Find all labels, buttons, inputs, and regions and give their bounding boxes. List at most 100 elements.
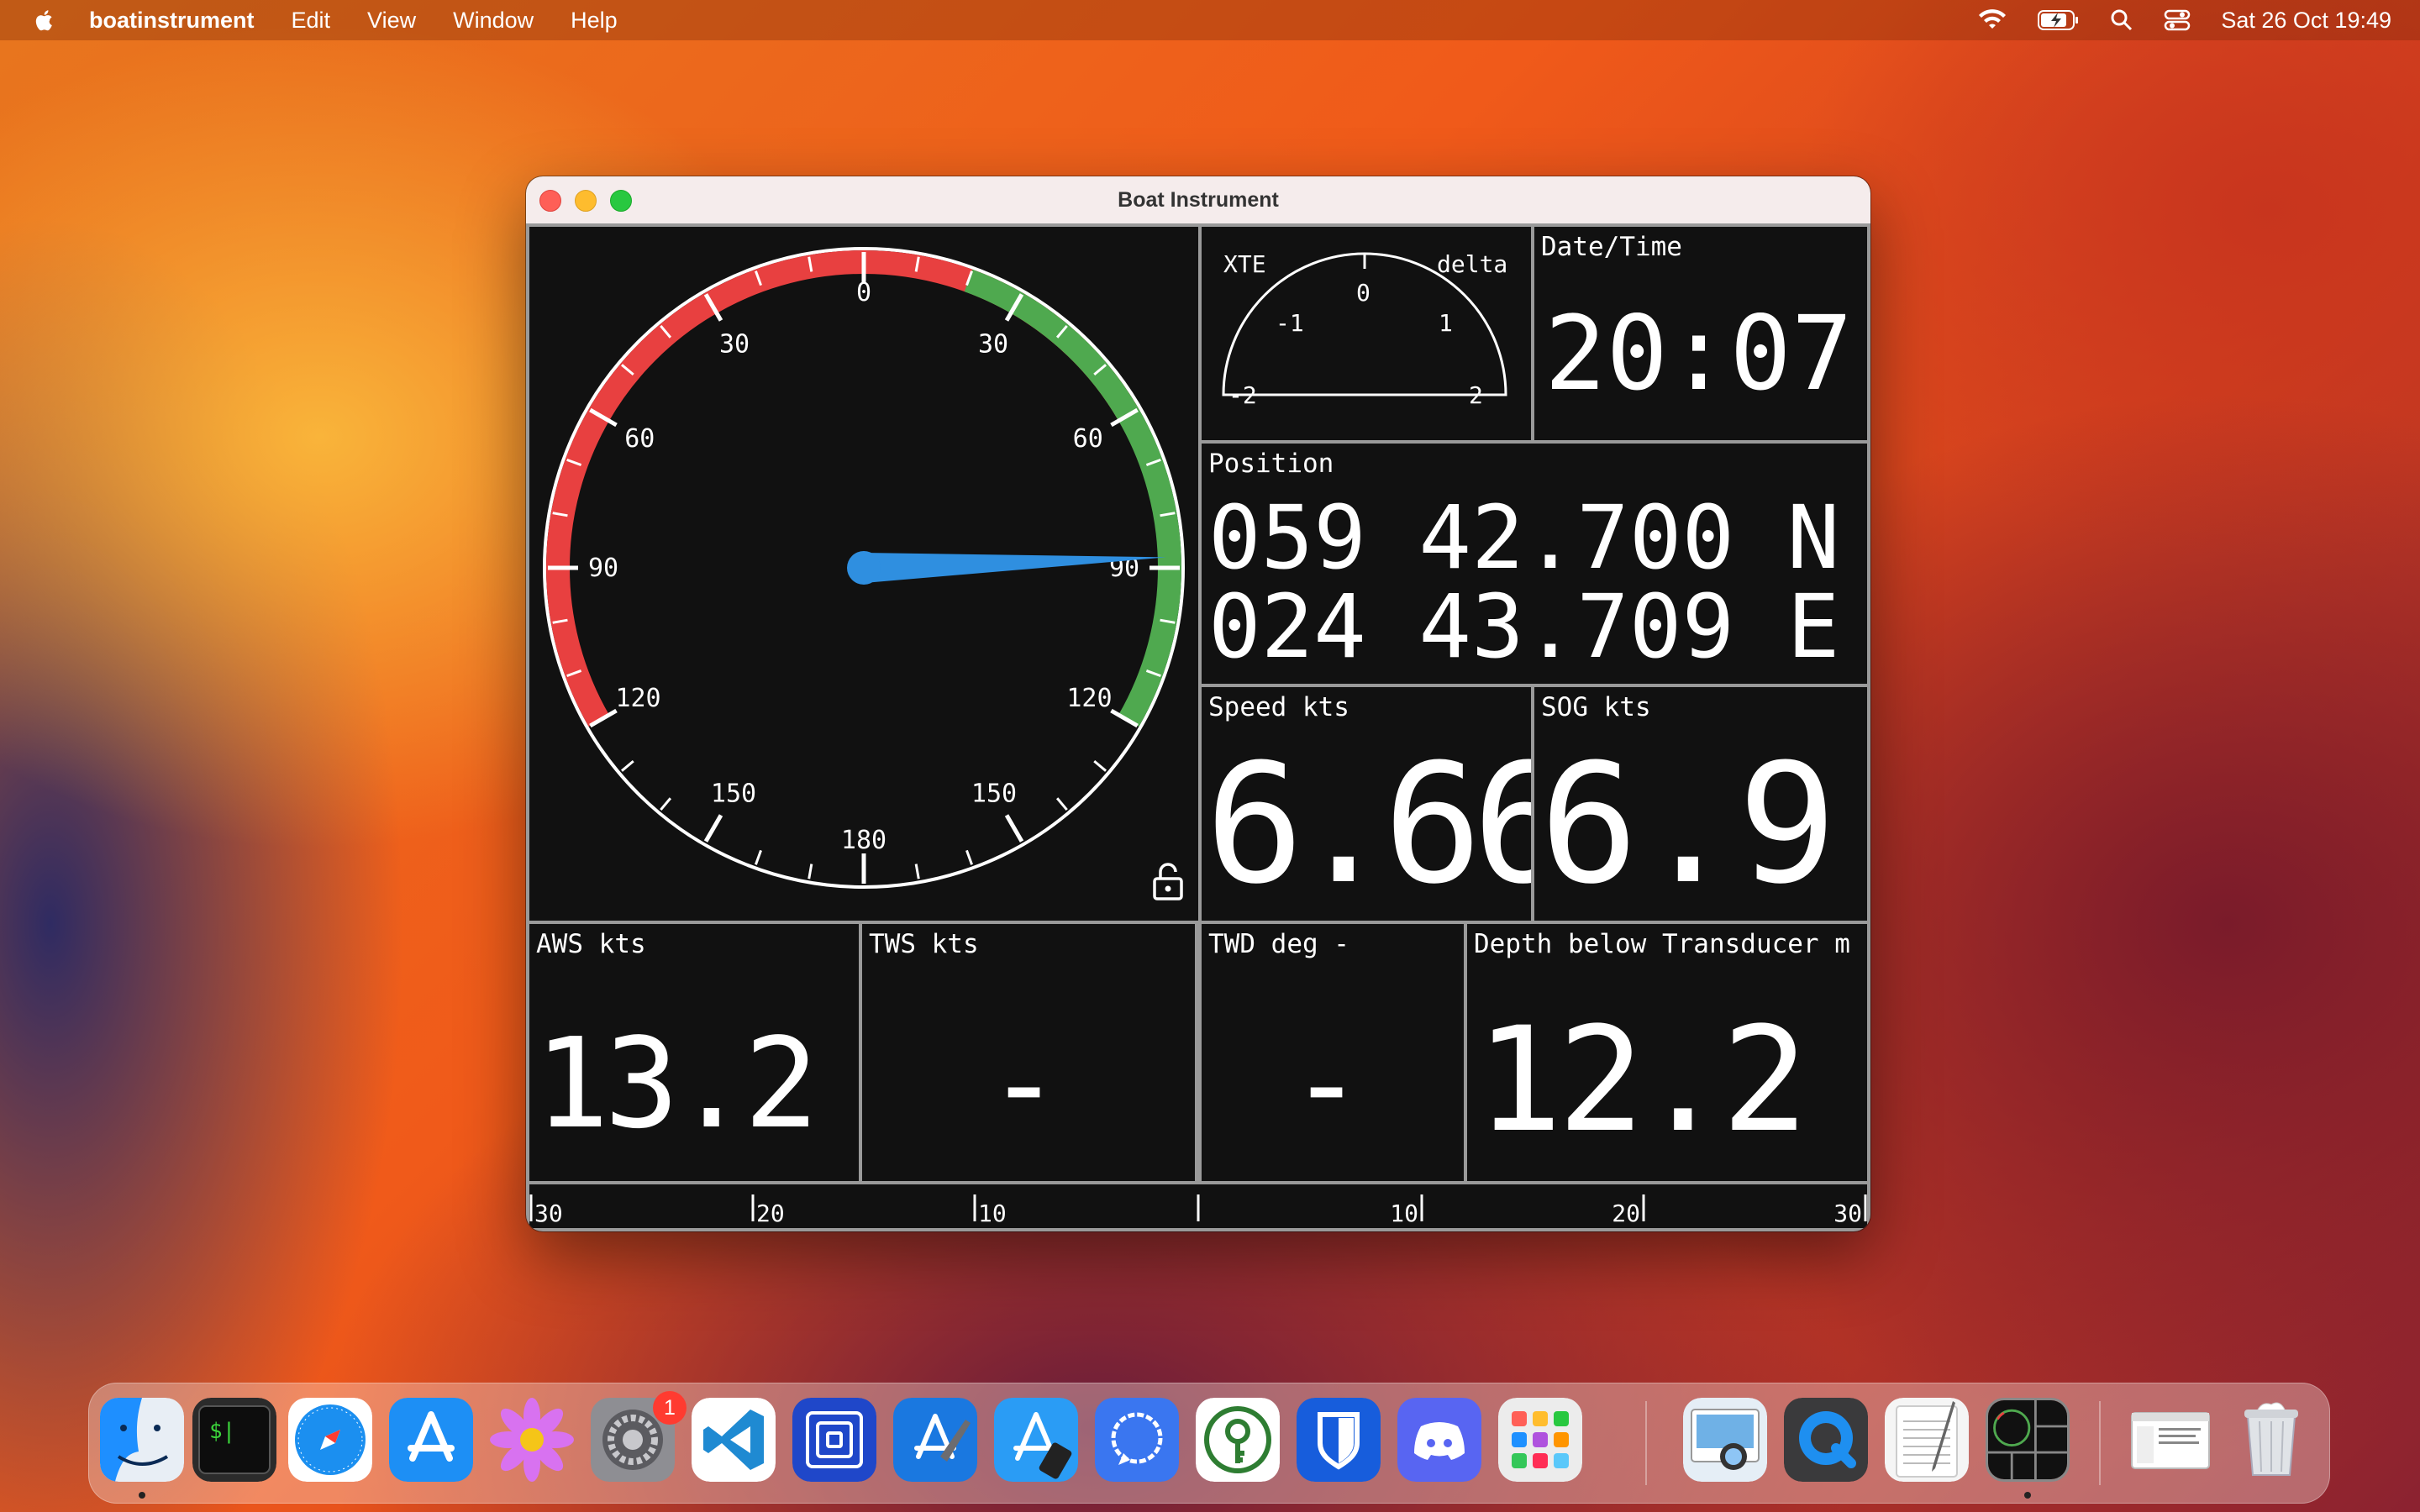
scale-left-30: 30 (534, 1200, 563, 1227)
dial-tick (965, 849, 974, 865)
dial-label: 180 (841, 826, 886, 855)
dock-separator-2 (2099, 1401, 2101, 1485)
menu-app-name[interactable]: boatinstrument (89, 8, 255, 34)
boatinstrument-icon[interactable] (1986, 1398, 2070, 1482)
control-center-icon[interactable] (2164, 8, 2191, 32)
tws-value: - (986, 1011, 1062, 1156)
xte-tick-0: 0 (1356, 279, 1370, 307)
bitwarden-icon[interactable] (1297, 1398, 1381, 1482)
discord-icon[interactable] (1397, 1398, 1481, 1482)
sog-panel: SOG kts 6.9 (1534, 687, 1867, 921)
dock: $| 1 (88, 1383, 2330, 1504)
svg-text:$|: $| (209, 1419, 235, 1444)
apple-menu-icon[interactable] (30, 6, 59, 34)
minimize-window-button[interactable] (575, 190, 597, 212)
xte-tick-minus1: -1 (1276, 309, 1304, 337)
position-panel: Position 059 42.700 N 024 43.709 E (1202, 444, 1867, 684)
menu-edit[interactable]: Edit (292, 8, 331, 34)
preview-icon[interactable] (1683, 1398, 1767, 1482)
dock-separator (1645, 1401, 1647, 1485)
finder-running-indicator (139, 1492, 145, 1499)
datetime-panel: Date/Time 20:07 (1534, 227, 1867, 440)
menu-help[interactable]: Help (571, 8, 618, 34)
twd-panel: TWD deg - - (1202, 924, 1464, 1181)
quicktime-icon[interactable] (1784, 1398, 1868, 1482)
speed-label: Speed kts (1208, 692, 1349, 722)
settings-notification-badge: 1 (653, 1391, 687, 1425)
depth-panel: Depth below Transducer m 12.2 (1467, 924, 1867, 1181)
dial-label: 30 (978, 329, 1008, 359)
finder-icon[interactable] (100, 1398, 184, 1482)
dial-tick (703, 814, 723, 843)
scale-left-10: 10 (978, 1200, 1007, 1227)
xte-panel: XTE delta 0 -1 1 -2 2 (1202, 227, 1531, 440)
launchpad-icon[interactable] (1498, 1398, 1582, 1482)
dial-tick (660, 797, 672, 811)
twd-label: TWD deg - (1208, 929, 1349, 959)
minimized-window-icon[interactable] (2128, 1398, 2212, 1482)
dial-label: 0 (856, 278, 871, 307)
scale-right-20: 20 (1612, 1200, 1640, 1227)
window-titlebar[interactable]: Boat Instrument (526, 176, 1870, 223)
scale-right-10: 10 (1390, 1200, 1418, 1227)
xte-tick-plus1: 1 (1439, 309, 1453, 337)
aws-label: AWS kts (536, 929, 646, 959)
boatinstrument-running-indicator (2024, 1492, 2031, 1499)
dial-label: 120 (1066, 684, 1112, 713)
sog-value: 6.9 (1539, 729, 1838, 921)
menu-bar: boatinstrument Edit View Window Help Sat… (0, 0, 2420, 40)
battery-icon[interactable] (2038, 9, 2080, 31)
latitude-value: 059 42.700 N (1208, 486, 1840, 589)
textedit-icon[interactable] (1885, 1398, 1969, 1482)
scale-bar: 30 20 10 10 20 30 (529, 1194, 1867, 1227)
dial-tick (621, 759, 634, 772)
spotlight-search-icon[interactable] (2110, 8, 2133, 32)
dial-tick (1004, 814, 1024, 843)
flower-app-icon[interactable] (490, 1398, 574, 1482)
xte-delta-label: delta (1437, 250, 1507, 278)
scale-right-30: 30 (1833, 1200, 1862, 1227)
dial-label: 150 (711, 779, 756, 808)
simulator-icon[interactable] (994, 1398, 1078, 1482)
sog-label: SOG kts (1541, 692, 1651, 722)
speed-value: 6.66 (1205, 729, 1531, 921)
scale-bar-panel: 30 20 10 10 20 30 (529, 1184, 1867, 1228)
trash-icon[interactable] (2229, 1398, 2313, 1482)
close-window-button[interactable] (539, 190, 561, 212)
xte-gauge: XTE delta 0 -1 1 -2 2 (1222, 250, 1507, 409)
dial-tick (914, 864, 920, 879)
dial-label: 150 (971, 779, 1017, 808)
vscode-icon[interactable] (692, 1398, 776, 1482)
menu-view[interactable]: View (367, 8, 416, 34)
terminal-icon[interactable]: $| (192, 1398, 276, 1482)
depth-label: Depth below Transducer m (1474, 929, 1850, 959)
dial-tick (754, 849, 762, 865)
menubar-clock[interactable]: Sat 26 Oct 19:49 (2221, 8, 2391, 34)
depth-value: 12.2 (1476, 995, 1808, 1164)
tws-label: TWS kts (869, 929, 979, 959)
lock-icon[interactable] (1151, 862, 1185, 900)
zoom-window-button[interactable] (610, 190, 632, 212)
longitude-value: 024 43.709 E (1208, 575, 1840, 678)
wifi-icon[interactable] (1977, 8, 2007, 32)
twd-value: - (1289, 1011, 1365, 1156)
menu-window[interactable]: Window (453, 8, 534, 34)
dial-tick (1093, 759, 1107, 772)
keychain-icon[interactable] (1196, 1398, 1280, 1482)
xte-tick-plus2: 2 (1469, 381, 1483, 409)
tws-panel: TWS kts - (862, 924, 1195, 1181)
needle-hub (847, 551, 881, 585)
dial-tick (1055, 797, 1068, 811)
window-title: Boat Instrument (1118, 187, 1279, 212)
app-store-icon[interactable] (389, 1398, 473, 1482)
signal-icon[interactable] (1095, 1398, 1179, 1482)
dial-tick (808, 864, 813, 879)
xcode-icon[interactable] (893, 1398, 977, 1482)
frame-app-icon[interactable] (792, 1398, 876, 1482)
xte-label: XTE (1223, 250, 1266, 278)
dial-label: 90 (588, 554, 618, 583)
wind-angle-panel: 0 30 60 90 120 150 180 150 120 90 60 30 (529, 227, 1198, 921)
xte-tick-minus2: -2 (1228, 381, 1257, 409)
dial-label: 60 (1073, 424, 1103, 454)
safari-icon[interactable] (288, 1398, 372, 1482)
